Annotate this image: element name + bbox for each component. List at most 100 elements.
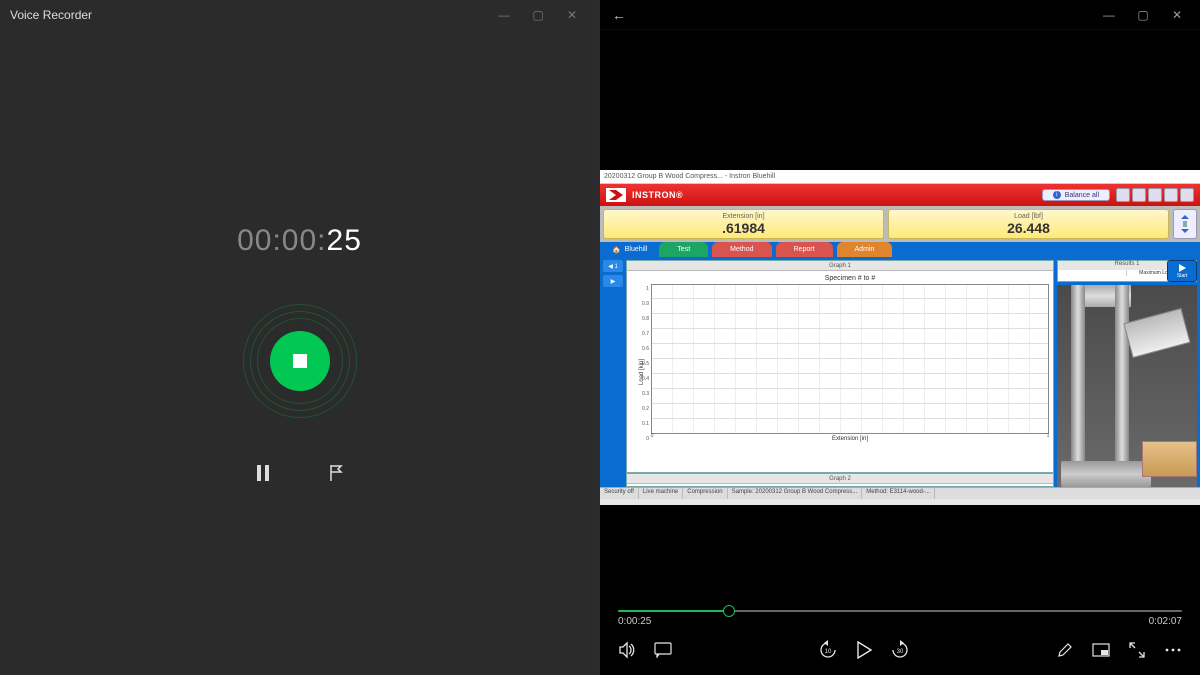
graph-2-header: Graph 2	[627, 474, 1053, 484]
svg-text:30: 30	[897, 649, 904, 655]
recording-timer: 00:00:25	[237, 224, 362, 258]
extension-label: Extension [in]	[722, 213, 764, 220]
pencil-icon	[1057, 642, 1073, 658]
transport-controls: 10 30	[600, 627, 1200, 675]
instron-readouts: Extension [in] .61984 Load [lbf] 26.448	[600, 206, 1200, 242]
more-button[interactable]	[1160, 637, 1186, 663]
play-button[interactable]	[851, 637, 877, 663]
chart-ytick: 0.1	[642, 421, 649, 427]
pause-button[interactable]	[254, 464, 272, 482]
stop-recording-button[interactable]	[257, 318, 343, 404]
pulse-ring-icon	[257, 318, 343, 404]
tab-test[interactable]: Test	[659, 242, 708, 257]
load-readout: Load [lbf] 26.448	[888, 209, 1169, 239]
chart-ytick: 0.9	[642, 301, 649, 307]
chart-xlabel: Extension [in]	[651, 436, 1049, 442]
instron-main-area: Start ◀ 1 ▶ Graph 1 Specimen # to # Load…	[600, 257, 1200, 487]
maximize-button[interactable]: ▢	[1126, 8, 1160, 22]
toolbar-icon[interactable]	[1164, 188, 1178, 202]
machine-column-icon	[1115, 285, 1129, 487]
video-frame[interactable]: ‹ › 20200312 Group B Wood Compress... - …	[600, 170, 1200, 505]
chart-ytick: 0	[646, 436, 649, 442]
balance-all-button[interactable]: i Balance all	[1042, 189, 1110, 201]
total-duration: 0:02:07	[1149, 616, 1182, 627]
flag-marker-button[interactable]	[328, 464, 346, 482]
seek-thumb-icon[interactable]	[723, 605, 735, 617]
close-button[interactable]: ✕	[555, 8, 589, 22]
instron-window-titlebar: 20200312 Group B Wood Compress... - Inst…	[600, 170, 1200, 184]
mini-player-icon	[1092, 643, 1110, 657]
current-time: 0:00:25	[618, 616, 651, 627]
mini-view-button[interactable]	[1088, 637, 1114, 663]
toolbar-icon[interactable]	[1116, 188, 1130, 202]
voice-recorder-title: Voice Recorder	[10, 8, 487, 22]
chart-ytick: 0.6	[642, 346, 649, 352]
skip-back-button[interactable]: 10	[815, 637, 841, 663]
back-button[interactable]: ←	[606, 7, 632, 23]
graph-1-chart: Specimen # to # Load [kip] 0 1 1 0.9 0.8…	[627, 271, 1053, 472]
status-mode: Compression	[683, 488, 727, 499]
more-icon	[1164, 647, 1182, 653]
toolbar-icon[interactable]	[1148, 188, 1162, 202]
instron-tabs: 🏠 Bluehill Test Method Report Admin	[600, 242, 1200, 257]
skip-fwd-30-icon: 30	[890, 640, 910, 660]
chart-ytick: 0.8	[642, 316, 649, 322]
tab-bluehill[interactable]: 🏠 Bluehill	[604, 242, 655, 257]
chart-ytick: 0.5	[642, 361, 649, 367]
status-sample: Sample: 20200312 Group B Wood Compress..…	[728, 488, 863, 499]
video-player-titlebar: ← — ▢ ✕	[600, 0, 1200, 30]
video-controls-area: 0:00:25 0:02:07 10 30	[600, 505, 1200, 675]
seek-bar[interactable]	[600, 610, 1200, 612]
chart-xtick: 0	[651, 433, 654, 439]
skip-back-10-icon: 10	[818, 640, 838, 660]
prev-specimen-button[interactable]: ◀ 1	[603, 260, 623, 272]
minimize-button[interactable]: —	[487, 8, 521, 22]
flag-icon	[329, 465, 345, 481]
graph-2-panel: Graph 2	[626, 473, 1054, 487]
start-label: Start	[1177, 273, 1188, 279]
minimize-button[interactable]: —	[1092, 8, 1126, 22]
timer-prefix: 00:00:	[237, 224, 326, 257]
tab-admin[interactable]: Admin	[837, 242, 893, 257]
next-specimen-button[interactable]: ▶	[603, 275, 623, 287]
maximize-button[interactable]: ▢	[521, 8, 555, 22]
instron-right-column: Results 1 Maximum Load [lbf]	[1057, 260, 1197, 487]
volume-button[interactable]	[614, 637, 640, 663]
chart-ytick: 0.4	[642, 376, 649, 382]
tab-report-label: Report	[794, 246, 815, 253]
camera-feed	[1057, 285, 1197, 487]
time-display: 0:00:25 0:02:07	[600, 612, 1200, 627]
tab-admin-label: Admin	[855, 246, 875, 253]
instron-graph-column: Graph 1 Specimen # to # Load [kip] 0 1 1…	[626, 260, 1054, 487]
subtitles-button[interactable]	[650, 637, 676, 663]
tab-method[interactable]: Method	[712, 242, 771, 257]
seek-fill	[618, 610, 729, 612]
fullscreen-button[interactable]	[1124, 637, 1150, 663]
extension-value: .61984	[722, 220, 765, 236]
voice-recorder-window: Voice Recorder — ▢ ✕ 00:00:25	[0, 0, 600, 675]
tab-report[interactable]: Report	[776, 242, 833, 257]
instron-status-bar: Security off Live machine Compression Sa…	[600, 487, 1200, 499]
toolbar-icon[interactable]	[1132, 188, 1146, 202]
load-value: 26.448	[1007, 220, 1050, 236]
video-letterbox-top	[600, 30, 1200, 170]
start-test-button[interactable]: Start	[1167, 260, 1197, 282]
svg-text:10: 10	[825, 649, 832, 655]
chart-ytick: 0.3	[642, 391, 649, 397]
tab-bluehill-label: Bluehill	[625, 246, 648, 253]
load-label: Load [lbf]	[1014, 213, 1043, 220]
pause-icon	[256, 465, 270, 481]
chart-ytick: 1	[646, 286, 649, 292]
edit-button[interactable]	[1052, 637, 1078, 663]
chart-ytick: 0.2	[642, 406, 649, 412]
skip-forward-button[interactable]: 30	[887, 637, 913, 663]
toolbar-icon[interactable]	[1180, 188, 1194, 202]
graph-1-header: Graph 1	[627, 261, 1053, 271]
jog-control-icon[interactable]	[1173, 209, 1197, 239]
machine-column-icon	[1071, 285, 1085, 487]
tab-method-label: Method	[730, 246, 753, 253]
close-button[interactable]: ✕	[1160, 8, 1194, 22]
chart-title: Specimen # to #	[651, 275, 1049, 282]
extension-readout: Extension [in] .61984	[603, 209, 884, 239]
speaker-icon	[618, 641, 636, 659]
